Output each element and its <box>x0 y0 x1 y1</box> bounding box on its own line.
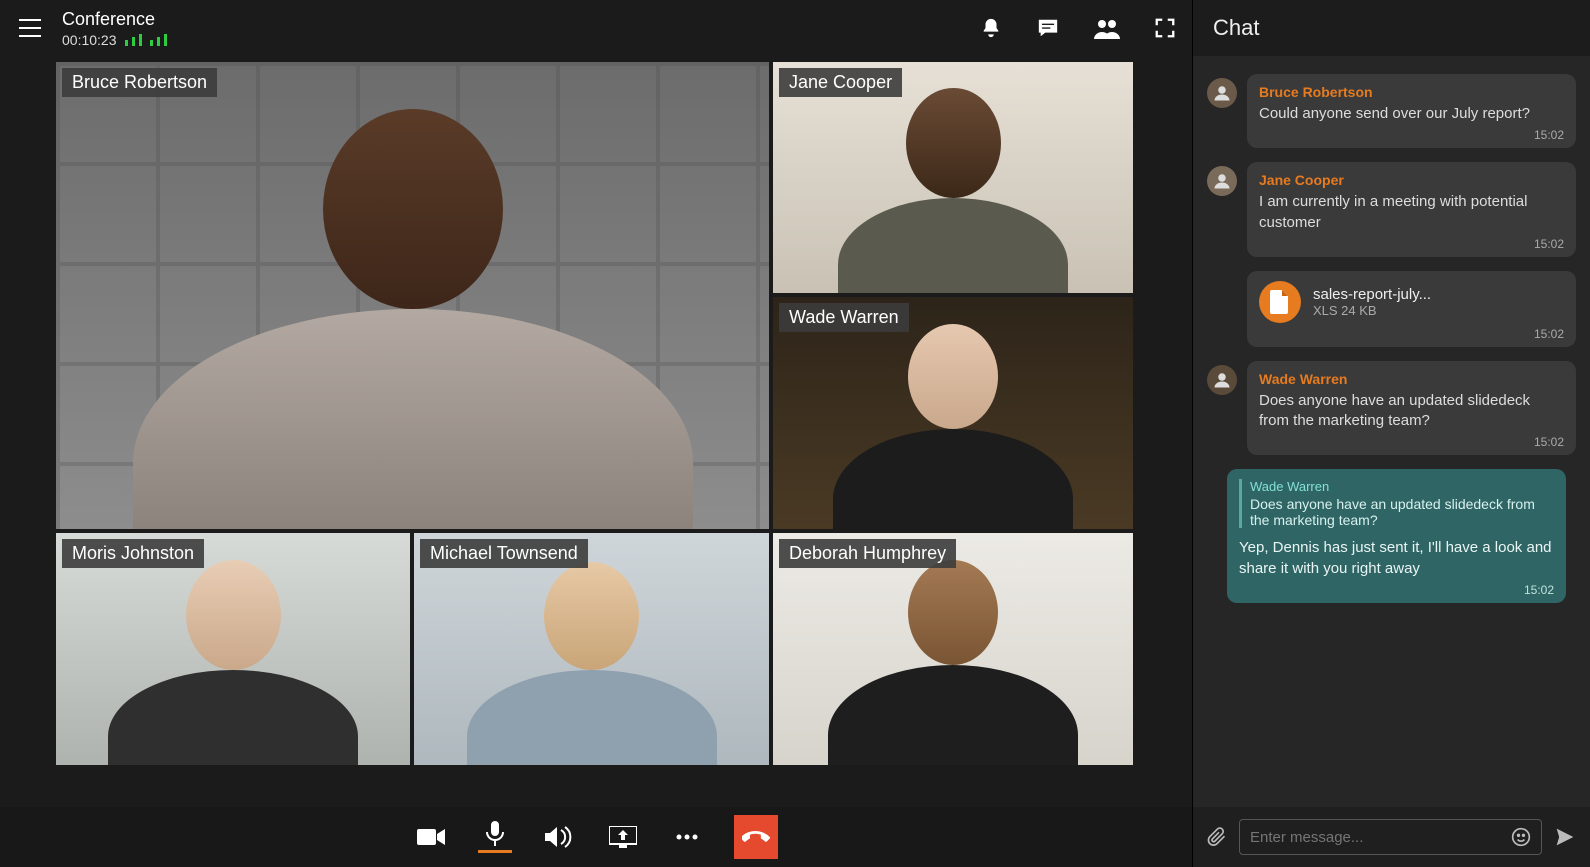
attach-icon[interactable] <box>1207 826 1227 848</box>
video-tile-deborah[interactable]: Deborah Humphrey <box>773 533 1133 765</box>
send-icon[interactable] <box>1554 827 1576 847</box>
mic-level-bar <box>478 850 512 853</box>
top-actions <box>980 17 1176 39</box>
chat-time: 15:02 <box>1239 583 1554 597</box>
chat-messages: Bruce Robertson Could anyone send over o… <box>1193 56 1590 807</box>
chat-text: I am currently in a meeting with potenti… <box>1259 192 1564 233</box>
video-tile-jane[interactable]: Jane Cooper <box>773 62 1133 293</box>
chat-time: 15:02 <box>1259 128 1564 142</box>
quote-sender: Wade Warren <box>1250 479 1554 494</box>
title-block: Conference 00:10:23 <box>62 9 167 48</box>
file-name: sales-report-july... <box>1313 286 1431 303</box>
chat-bubble-own[interactable]: Wade Warren Does anyone have an updated … <box>1227 469 1566 603</box>
chat-time: 15:02 <box>1259 327 1564 341</box>
chat-time: 15:02 <box>1259 237 1564 251</box>
participant-label: Wade Warren <box>779 303 909 332</box>
file-meta: XLS 24 KB <box>1313 303 1431 318</box>
chat-message: Jane Cooper I am currently in a meeting … <box>1207 162 1576 257</box>
participant-label: Jane Cooper <box>779 68 902 97</box>
chat-sender: Bruce Robertson <box>1259 84 1564 100</box>
video-tile-bruce[interactable]: Bruce Robertson <box>56 62 769 529</box>
chat-icon[interactable] <box>1036 17 1060 39</box>
speaker-toggle[interactable] <box>542 820 576 854</box>
top-bar: Conference 00:10:23 <box>0 0 1192 56</box>
main-area: Conference 00:10:23 <box>0 0 1192 867</box>
avatar <box>1207 78 1237 108</box>
participants-icon[interactable] <box>1094 17 1120 39</box>
video-grid: Bruce Robertson Jane Cooper <box>8 62 1184 807</box>
signal-icon <box>150 34 167 46</box>
chat-message: Bruce Robertson Could anyone send over o… <box>1207 74 1576 148</box>
participant-label: Moris Johnston <box>62 539 204 568</box>
quote-text: Does anyone have an updated slidedeck fr… <box>1250 496 1535 528</box>
signal-icon <box>125 34 142 46</box>
video-stage: Bruce Robertson Jane Cooper <box>0 56 1192 807</box>
chat-panel: Chat Bruce Robertson Could anyone send o… <box>1192 0 1590 867</box>
chat-message-file: sales-report-july... XLS 24 KB 15:02 <box>1207 271 1576 347</box>
subline: 00:10:23 <box>62 32 167 48</box>
emoji-icon[interactable] <box>1511 827 1531 847</box>
participant-label: Deborah Humphrey <box>779 539 956 568</box>
file-bubble[interactable]: sales-report-july... XLS 24 KB 15:02 <box>1247 271 1576 347</box>
call-controls <box>0 807 1192 867</box>
chat-input-bar <box>1193 807 1590 867</box>
chat-input-box[interactable] <box>1239 819 1542 855</box>
chat-sender: Jane Cooper <box>1259 172 1564 188</box>
video-tile-wade[interactable]: Wade Warren <box>773 297 1133 529</box>
app-root: Conference 00:10:23 <box>0 0 1590 867</box>
video-tile-michael[interactable]: Michael Townsend <box>414 533 769 765</box>
chat-message-own: Wade Warren Does anyone have an updated … <box>1207 469 1576 603</box>
chat-text: Could anyone send over our July report? <box>1259 104 1564 124</box>
chat-text: Yep, Dennis has just sent it, I'll have … <box>1239 538 1554 579</box>
chat-bubble[interactable]: Wade Warren Does anyone have an updated … <box>1247 361 1576 456</box>
chat-text: Does anyone have an updated slidedeck fr… <box>1259 391 1564 432</box>
call-timer: 00:10:23 <box>62 32 117 48</box>
participant-label: Bruce Robertson <box>62 68 217 97</box>
menu-button[interactable] <box>16 14 44 42</box>
avatar <box>1207 365 1237 395</box>
chat-time: 15:02 <box>1259 435 1564 449</box>
hangup-button[interactable] <box>734 815 778 859</box>
screenshare-button[interactable] <box>606 820 640 854</box>
chat-bubble[interactable]: Jane Cooper I am currently in a meeting … <box>1247 162 1576 257</box>
chat-message: Wade Warren Does anyone have an updated … <box>1207 361 1576 456</box>
chat-title: Chat <box>1193 0 1590 56</box>
camera-toggle[interactable] <box>414 820 448 854</box>
chat-bubble[interactable]: Bruce Robertson Could anyone send over o… <box>1247 74 1576 148</box>
file-icon <box>1259 281 1301 323</box>
chat-sender: Wade Warren <box>1259 371 1564 387</box>
chat-input[interactable] <box>1250 829 1511 846</box>
video-tile-moris[interactable]: Moris Johnston <box>56 533 410 765</box>
bell-icon[interactable] <box>980 17 1002 39</box>
conference-title: Conference <box>62 9 167 30</box>
fullscreen-icon[interactable] <box>1154 17 1176 39</box>
quoted-block: Wade Warren Does anyone have an updated … <box>1239 479 1554 528</box>
mic-toggle[interactable] <box>478 821 512 853</box>
participant-label: Michael Townsend <box>420 539 588 568</box>
avatar <box>1207 166 1237 196</box>
more-options[interactable] <box>670 820 704 854</box>
